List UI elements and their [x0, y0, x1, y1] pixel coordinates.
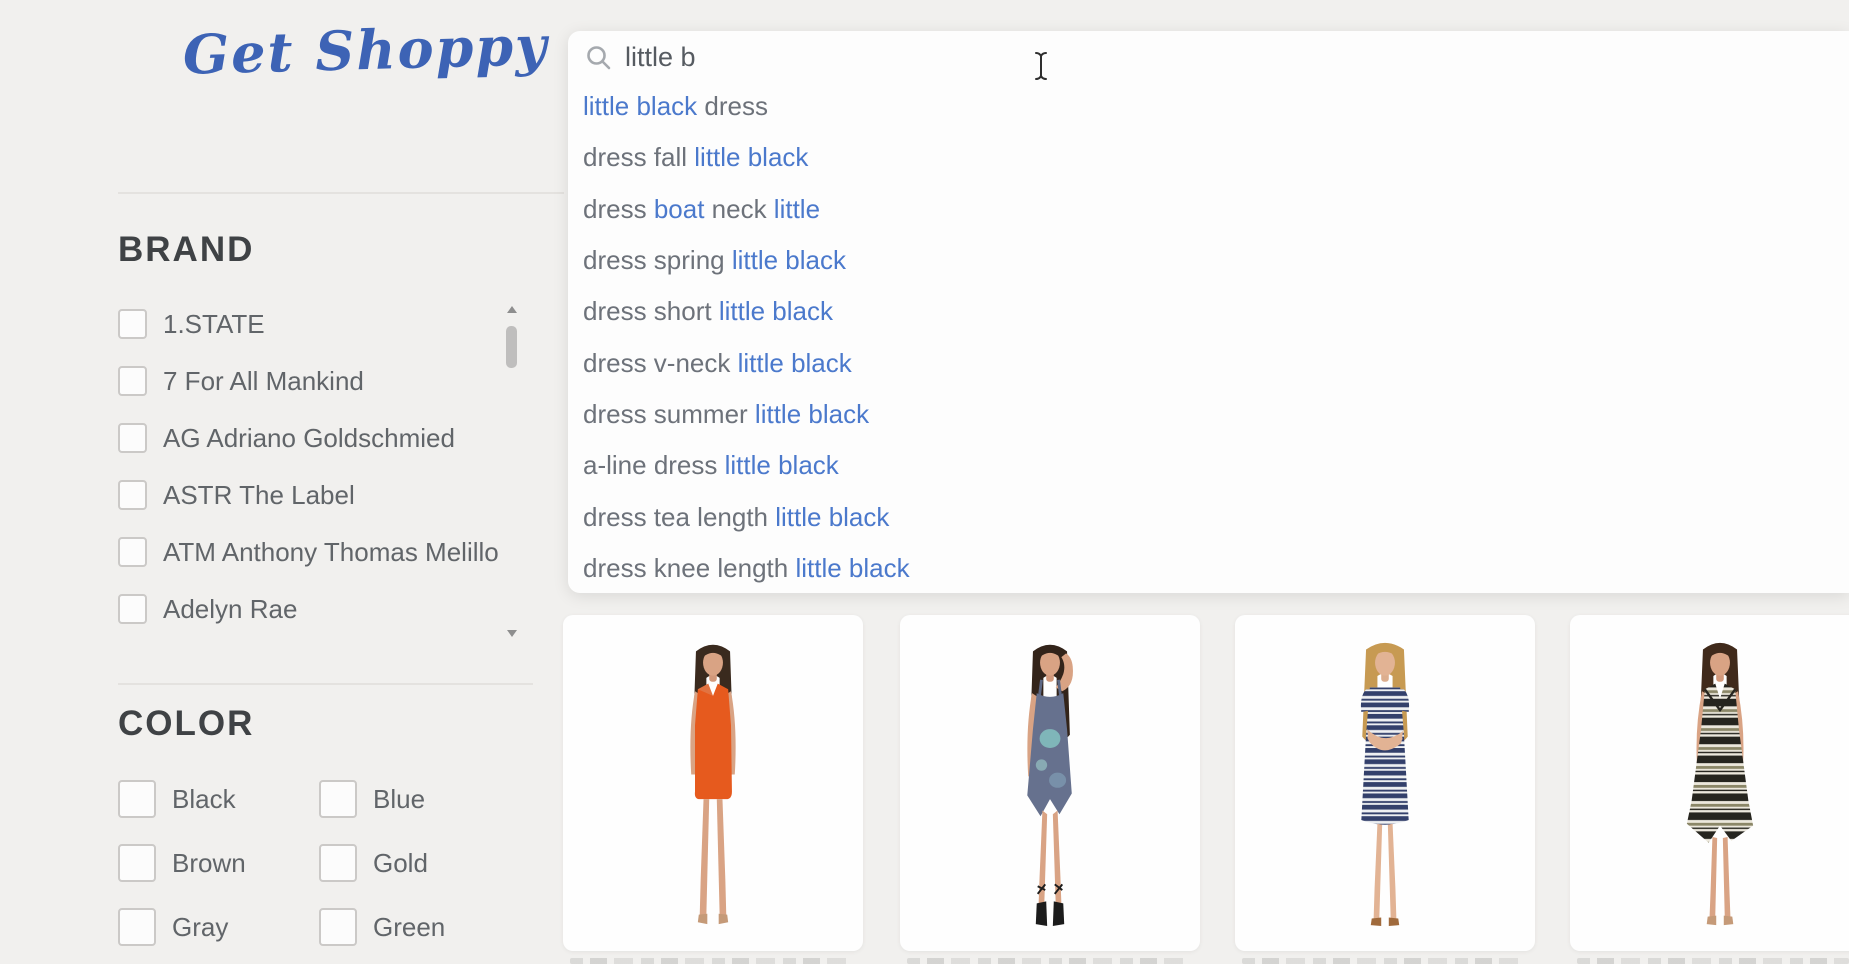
truncated-product-caption — [907, 958, 1189, 964]
product-image-chevron-dress — [1663, 623, 1777, 945]
suggestion-highlight: little black — [755, 399, 869, 430]
suggestion-highlight: little black — [775, 502, 889, 533]
search-suggestion[interactable]: dress knee length little black — [583, 543, 1483, 594]
truncated-product-caption — [570, 958, 852, 964]
product-card[interactable] — [1570, 615, 1849, 951]
header-divider — [118, 192, 564, 194]
suggestion-text: dress — [583, 194, 654, 225]
checkbox[interactable] — [118, 780, 156, 818]
suggestion-text: dress knee length — [583, 553, 795, 584]
page: { "page": { "background": "#f1f0ee" }, "… — [0, 0, 1849, 964]
checkbox[interactable] — [118, 366, 147, 396]
checkbox[interactable] — [118, 908, 156, 946]
suggestion-highlight: little black — [583, 91, 704, 122]
suggestion-text: dress tea length — [583, 502, 775, 533]
filter-label: AG Adriano Goldschmied — [163, 423, 455, 454]
filter-option-astr-the-label[interactable]: ASTR The Label — [118, 479, 499, 511]
filter-label: Black — [172, 784, 236, 815]
color-filter-list: Black Blue Brown Gold Gray Green — [118, 780, 520, 946]
suggestion-text: dress short — [583, 296, 719, 327]
suggestion-highlight: little black — [719, 296, 833, 327]
filter-option-atm-anthony-thomas-melillo[interactable]: ATM Anthony Thomas Melillo — [118, 536, 499, 568]
suggestion-text: a-line dress — [583, 450, 725, 481]
search-suggestion[interactable]: dress tea length little black — [583, 491, 1483, 542]
brand-scrollbar-down-arrow-icon[interactable] — [507, 630, 517, 637]
suggestion-highlight: little black — [694, 142, 808, 173]
filter-label: Gray — [172, 912, 228, 943]
suggestion-text: dress — [704, 91, 768, 122]
text-cursor-pointer-icon — [1033, 50, 1049, 82]
filter-option-7-for-all-mankind[interactable]: 7 For All Mankind — [118, 365, 499, 397]
suggestion-highlight: little black — [725, 450, 839, 481]
filter-label: Adelyn Rae — [163, 594, 297, 625]
filter-label: Green — [373, 912, 445, 943]
filter-option-1-state[interactable]: 1.STATE — [118, 308, 499, 340]
search-suggestion[interactable]: dress fall little black — [583, 132, 1483, 183]
suggestion-text: dress v-neck — [583, 348, 738, 379]
filter-label: ATM Anthony Thomas Melillo — [163, 537, 499, 568]
brand-scrollbar-thumb[interactable] — [506, 326, 517, 368]
filter-label: Blue — [373, 784, 425, 815]
filter-label: Brown — [172, 848, 246, 879]
filter-label: Gold — [373, 848, 428, 879]
suggestion-text: dress spring — [583, 245, 732, 276]
suggestion-highlight: boat — [654, 194, 705, 225]
checkbox[interactable] — [118, 594, 147, 624]
checkbox[interactable] — [118, 537, 147, 567]
filter-option-black[interactable]: Black — [118, 780, 319, 818]
color-section-title: COLOR — [118, 704, 254, 744]
product-image-striped-dress — [1328, 623, 1442, 945]
checkbox[interactable] — [118, 423, 147, 453]
checkbox[interactable] — [319, 780, 357, 818]
filter-option-ag-adriano-goldschmied[interactable]: AG Adriano Goldschmied — [118, 422, 499, 454]
suggestion-highlight: little black — [738, 348, 852, 379]
suggestion-text: neck — [704, 194, 773, 225]
product-card[interactable] — [1235, 615, 1535, 951]
search-icon — [585, 44, 612, 71]
search-dropdown-panel: little b little black dressdress fall li… — [568, 31, 1849, 593]
brand-filter-list: 1.STATE 7 For All Mankind AG Adriano Golds… — [118, 308, 499, 625]
filter-option-gold[interactable]: Gold — [319, 844, 520, 882]
product-image-floral-slip-dress — [993, 623, 1107, 945]
search-suggestion[interactable]: little black dress — [583, 81, 1483, 132]
suggestion-text: dress fall — [583, 142, 694, 173]
sidebar-divider — [118, 683, 533, 685]
filter-label: ASTR The Label — [163, 480, 355, 511]
suggestion-highlight: little — [774, 194, 820, 225]
checkbox[interactable] — [319, 908, 357, 946]
filter-label: 1.STATE — [163, 309, 265, 340]
search-suggestion[interactable]: a-line dress little black — [583, 440, 1483, 491]
filter-option-blue[interactable]: Blue — [319, 780, 520, 818]
checkbox[interactable] — [319, 844, 357, 882]
search-input[interactable]: little b — [625, 39, 696, 75]
search-suggestion-list: little black dressdress fall little blac… — [583, 81, 1483, 594]
search-suggestion[interactable]: dress short little black — [583, 286, 1483, 337]
checkbox[interactable] — [118, 309, 147, 339]
search-suggestion[interactable]: dress v-neck little black — [583, 337, 1483, 388]
suggestion-text: dress summer — [583, 399, 755, 430]
truncated-product-caption — [1242, 958, 1524, 964]
brand-scrollbar-up-arrow-icon[interactable] — [507, 306, 517, 313]
search-suggestion[interactable]: dress summer little black — [583, 389, 1483, 440]
filter-option-adelyn-rae[interactable]: Adelyn Rae — [118, 593, 499, 625]
filter-option-brown[interactable]: Brown — [118, 844, 319, 882]
filter-option-gray[interactable]: Gray — [118, 908, 319, 946]
search-suggestion[interactable]: dress spring little black — [583, 235, 1483, 286]
product-card[interactable] — [900, 615, 1200, 951]
suggestion-highlight: little black — [732, 245, 846, 276]
product-image-orange-dress — [656, 623, 770, 945]
filter-label: 7 For All Mankind — [163, 366, 364, 397]
checkbox[interactable] — [118, 844, 156, 882]
site-logo[interactable]: Get Shoppy — [182, 13, 549, 87]
checkbox[interactable] — [118, 480, 147, 510]
filter-option-green[interactable]: Green — [319, 908, 520, 946]
suggestion-highlight: little black — [795, 553, 909, 584]
search-suggestion[interactable]: dress boat neck little — [583, 184, 1483, 235]
product-card[interactable] — [563, 615, 863, 951]
truncated-product-caption — [1577, 958, 1849, 964]
brand-section-title: BRAND — [118, 230, 254, 270]
